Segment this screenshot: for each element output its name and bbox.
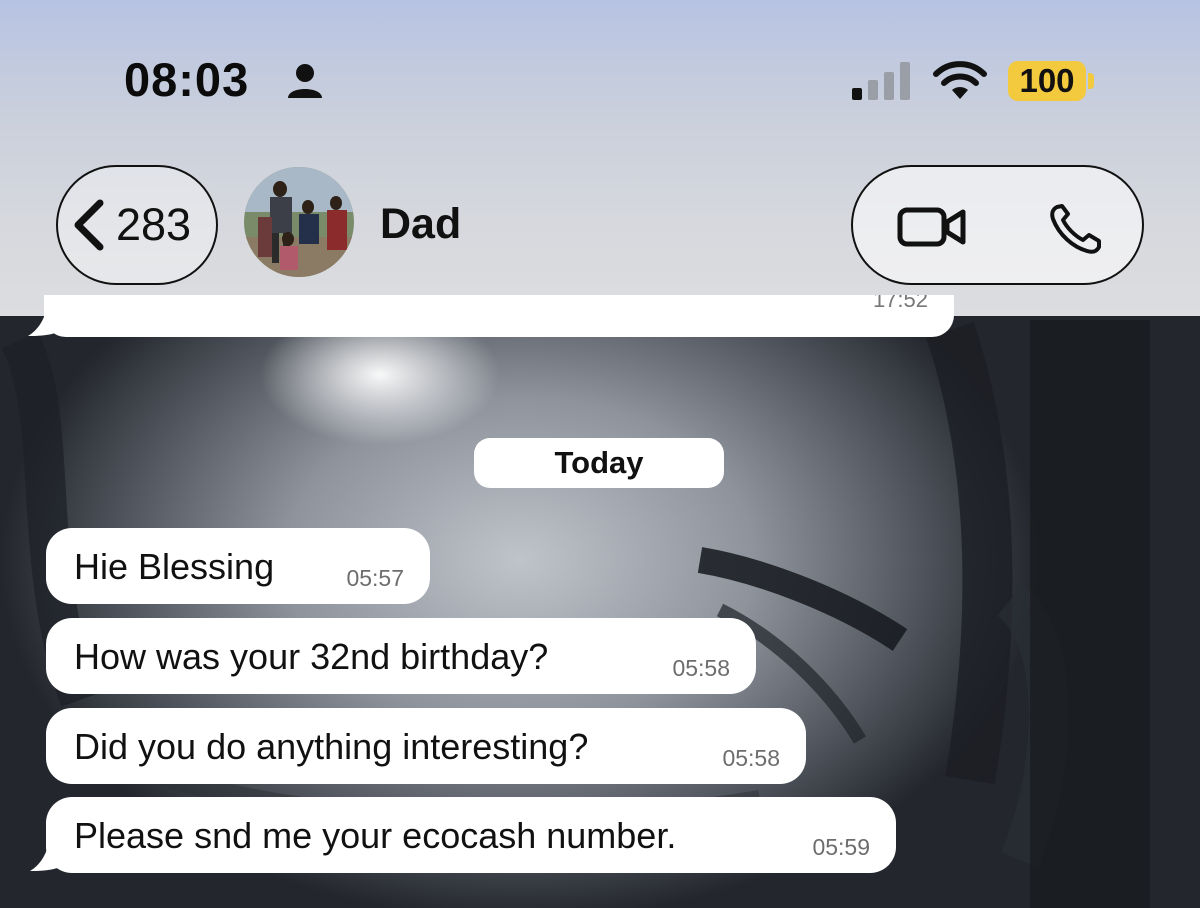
bubble-tail [30, 845, 60, 871]
contact-name[interactable]: Dad [380, 200, 461, 249]
message-text: How was your 32nd birthday? [74, 636, 549, 677]
battery-icon: 100 [1008, 61, 1086, 101]
message-text: Hie Blessing [74, 546, 275, 587]
wifi-icon [933, 61, 987, 99]
message-bubble[interactable]: Did you do anything interesting? 05:58 [46, 708, 806, 784]
unread-count: 283 [116, 199, 192, 250]
person-icon [288, 64, 322, 98]
battery-level: 100 [1019, 62, 1075, 99]
message-text: Please snd me your ecocash number. [74, 815, 677, 856]
message-time: 05:57 [346, 565, 404, 591]
message-time: 17:52 [872, 295, 928, 312]
bubble-tail [28, 310, 58, 336]
avatar[interactable] [244, 167, 354, 277]
chevron-left-icon [74, 199, 104, 251]
previous-message-bubble[interactable]: 17:52 [44, 295, 954, 337]
message-time: 05:58 [722, 745, 780, 771]
status-time: 08:03 [124, 53, 250, 106]
back-button[interactable]: 283 [56, 165, 218, 285]
call-actions [851, 165, 1144, 285]
message-bubble[interactable]: How was your 32nd birthday? 05:58 [46, 618, 756, 694]
message-bubble[interactable]: Please snd me your ecocash number. 05:59 [46, 797, 896, 873]
message-time: 05:58 [672, 655, 730, 681]
cellular-signal-icon [852, 62, 910, 100]
chat-header: 08:03 100 283 Dad [0, 0, 1200, 316]
date-separator: Today [474, 438, 724, 488]
message-bubble[interactable]: Hie Blessing 05:57 [46, 528, 430, 604]
message-time: 05:59 [812, 834, 870, 860]
video-camera-icon[interactable] [897, 205, 967, 249]
phone-icon[interactable] [1049, 203, 1103, 255]
battery-nub [1088, 73, 1094, 89]
message-text: Did you do anything interesting? [74, 726, 589, 767]
